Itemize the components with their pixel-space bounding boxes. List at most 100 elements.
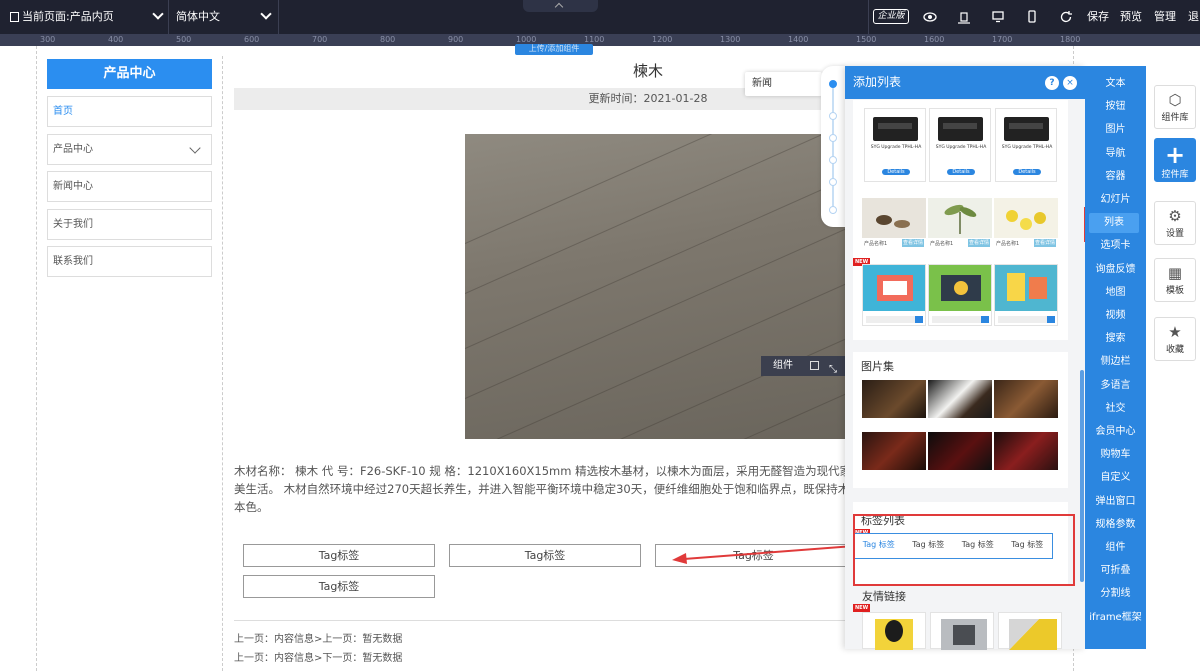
category-item[interactable]: 分割线 xyxy=(1085,584,1146,599)
tool-label: 收藏 xyxy=(1165,345,1184,355)
control-library-button[interactable]: + 控件库 xyxy=(1154,138,1196,182)
category-item[interactable]: 规格参数 xyxy=(1085,515,1146,530)
language-selector[interactable]: 简体中文 xyxy=(176,0,220,34)
category-item[interactable]: 幻灯片 xyxy=(1085,190,1146,205)
category-item[interactable]: 文本 xyxy=(1085,74,1146,89)
category-item[interactable]: 询盘反馈 xyxy=(1085,260,1146,275)
grid-icon: ▦ xyxy=(1167,264,1183,282)
sidebar-item-news[interactable]: 新闻中心 xyxy=(47,171,212,202)
description-line: 本色。 xyxy=(234,500,269,514)
divider xyxy=(168,0,169,34)
help-icon[interactable]: ? xyxy=(1045,76,1059,90)
category-item[interactable]: 视频 xyxy=(1085,306,1146,321)
product-image[interactable] xyxy=(465,134,845,439)
enterprise-badge: 企业版 xyxy=(873,9,909,24)
timeline-dot[interactable] xyxy=(829,206,837,214)
chevron-down-icon[interactable] xyxy=(260,8,272,20)
prev-page-link[interactable]: 上一页：内容信息>上一页：暂无数据 xyxy=(234,630,402,645)
gallery-photo xyxy=(994,432,1058,470)
widget-toolbar-label: 组件 xyxy=(773,360,793,371)
category-item[interactable]: iframe框架 xyxy=(1085,608,1146,623)
category-item[interactable]: 图片 xyxy=(1085,120,1146,135)
category-item[interactable]: 购物车 xyxy=(1085,445,1146,460)
annotation-arrow xyxy=(672,545,855,564)
ruler-tick: 1500 xyxy=(856,35,877,44)
expand-icon[interactable]: ⤡ xyxy=(829,360,837,380)
chevron-down-icon[interactable] xyxy=(189,142,201,154)
manage-button[interactable]: 管理 xyxy=(1152,0,1178,34)
eye-icon[interactable] xyxy=(918,0,942,34)
news-tab[interactable]: 新闻 xyxy=(745,72,822,96)
plus-icon: + xyxy=(1164,141,1186,169)
gallery-label: 图片集 xyxy=(861,360,894,373)
category-item[interactable]: 会员中心 xyxy=(1085,422,1146,437)
settings-button[interactable]: ⚙ 设置 xyxy=(1154,201,1196,245)
close-icon[interactable]: × xyxy=(1063,76,1077,90)
widget-toolbar[interactable]: 组件 ⤡ xyxy=(761,356,845,376)
list-style-card[interactable]: SYG Upgrade TPHL-HA Details SYG Upgrade T… xyxy=(853,100,1068,340)
panel-scrollbar[interactable] xyxy=(1080,370,1084,582)
desktop-icon[interactable] xyxy=(986,0,1010,34)
category-item[interactable]: 导航 xyxy=(1085,144,1146,159)
ruler-tick: 300 xyxy=(40,35,56,44)
timeline-dot[interactable] xyxy=(829,112,837,120)
panel-title: 添加列表 xyxy=(853,75,902,89)
favorites-button[interactable]: ★ 收藏 xyxy=(1154,317,1196,361)
preview-button[interactable]: 预览 xyxy=(1118,0,1144,34)
link-thumb xyxy=(862,612,926,650)
component-library-button[interactable]: ⬡ 组件库 xyxy=(1154,85,1196,129)
category-item[interactable]: 地图 xyxy=(1085,283,1146,298)
align-icon[interactable] xyxy=(952,0,976,34)
gallery-card[interactable]: 图片集 xyxy=(853,352,1068,488)
illustration-thumb xyxy=(862,264,926,326)
category-item[interactable]: 自定义 xyxy=(1085,468,1146,483)
category-item[interactable]: 弹出窗口 xyxy=(1085,492,1146,507)
tag-item[interactable]: Tag标签 xyxy=(449,544,641,567)
category-item[interactable]: 可折叠 xyxy=(1085,561,1146,576)
timeline-dot[interactable] xyxy=(829,156,837,164)
canvas-add-component-button[interactable]: 上传/添加组件 xyxy=(515,44,593,55)
ruler-tick: 1400 xyxy=(788,35,809,44)
shop-thumb: 产品名称1 查看详情 xyxy=(862,198,926,248)
category-item[interactable]: 组件 xyxy=(1085,538,1146,553)
collapse-toolbar-handle[interactable] xyxy=(523,0,598,12)
exit-button[interactable]: 退 xyxy=(1188,0,1200,34)
timeline-widget xyxy=(821,66,845,227)
gallery-photo xyxy=(994,380,1058,418)
category-item[interactable]: 社交 xyxy=(1085,399,1146,414)
sidebar-item-label: 产品中心 xyxy=(53,144,93,155)
ruler-tick: 1600 xyxy=(924,35,945,44)
mobile-icon[interactable] xyxy=(1020,0,1044,34)
category-item[interactable]: 侧边栏 xyxy=(1085,352,1146,367)
template-button[interactable]: ▦ 模板 xyxy=(1154,258,1196,302)
category-item[interactable]: 按钮 xyxy=(1085,97,1146,112)
timeline-dot[interactable] xyxy=(829,134,837,142)
refresh-icon[interactable] xyxy=(1054,0,1078,34)
description-line: 美生活。 木材自然环境中经过270天超长养生，并进入智能平衡环境中稳定30天，便… xyxy=(234,482,852,496)
panel-header: 添加列表 ? × xyxy=(845,66,1085,99)
ruler-tick: 1700 xyxy=(992,35,1013,44)
tag-item[interactable]: Tag标签 xyxy=(243,575,435,598)
sidebar-item-contact[interactable]: 联系我们 xyxy=(47,246,212,277)
timeline-dot[interactable] xyxy=(829,80,837,88)
category-item[interactable]: 列表 xyxy=(1089,213,1139,234)
tool-label: 组件库 xyxy=(1161,113,1189,123)
tool-label: 控件库 xyxy=(1161,170,1189,180)
current-page-selector[interactable]: 当前页面:产品内页 xyxy=(10,0,114,34)
timeline-dot[interactable] xyxy=(829,178,837,186)
sidebar-item-about[interactable]: 关于我们 xyxy=(47,209,212,240)
next-page-link[interactable]: 上一页：内容信息>下一页：暂无数据 xyxy=(234,649,402,664)
ruler-tick: 700 xyxy=(312,35,328,44)
links-card[interactable]: 友情链接 NEW xyxy=(853,584,1068,650)
chevron-down-icon[interactable] xyxy=(152,8,164,20)
sidebar-item-products[interactable]: 产品中心 xyxy=(47,134,212,165)
category-item[interactable]: 搜索 xyxy=(1085,329,1146,344)
gallery-photo xyxy=(928,432,992,470)
sidebar-item-home[interactable]: 首页 xyxy=(47,96,212,127)
tag-item[interactable]: Tag标签 xyxy=(243,544,435,567)
category-item[interactable]: 容器 xyxy=(1085,167,1146,182)
save-button[interactable]: 保存 xyxy=(1086,0,1110,34)
edit-icon[interactable] xyxy=(810,361,819,370)
category-item[interactable]: 多语言 xyxy=(1085,376,1146,391)
category-item[interactable]: 选项卡 xyxy=(1085,236,1146,251)
